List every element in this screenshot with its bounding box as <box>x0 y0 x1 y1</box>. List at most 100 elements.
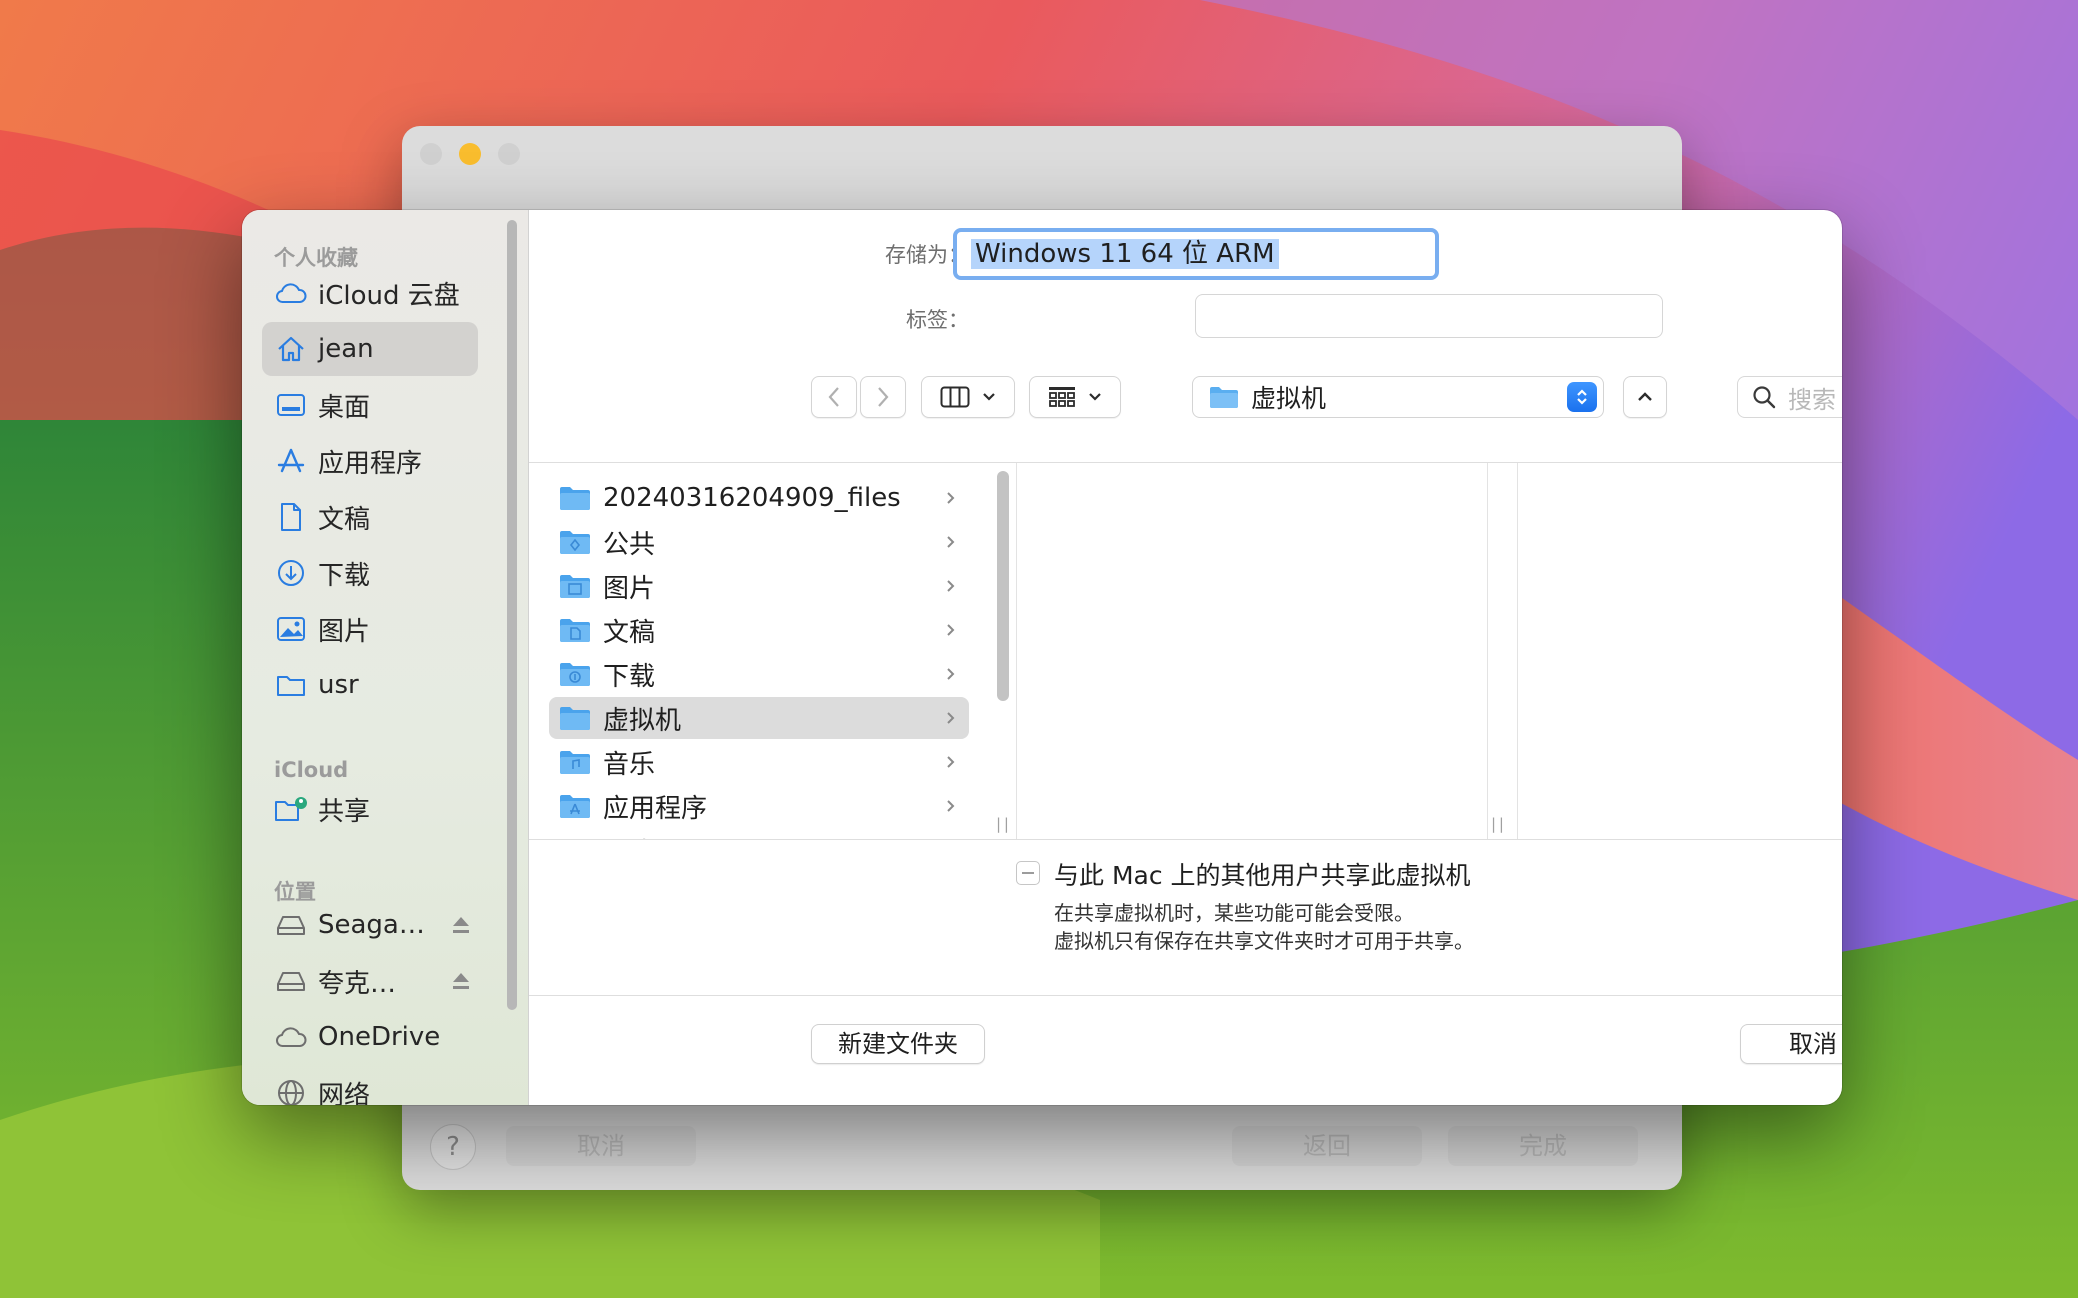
new-folder-button[interactable]: 新建文件夹 <box>811 1024 985 1064</box>
search-field[interactable]: 搜索 <box>1737 376 1842 418</box>
minimize-button[interactable] <box>459 143 481 165</box>
sidebar-item-shared[interactable]: 共享 <box>262 782 478 836</box>
desktop-icon <box>274 388 308 422</box>
list-item-selected[interactable]: 虚拟机 <box>549 697 969 739</box>
save-as-label: 存储为： <box>885 243 969 267</box>
eject-icon[interactable] <box>450 969 472 999</box>
list-item[interactable]: 下载 <box>549 653 969 695</box>
icloud-icon <box>274 276 308 310</box>
applications-folder-icon <box>560 795 590 818</box>
sidebar-item-label: jean <box>318 334 374 364</box>
column-resize-handle[interactable]: | | <box>996 815 1009 833</box>
sidebar-item-quark[interactable]: 夸克… <box>262 954 478 1008</box>
tags-label: 标签： <box>906 308 969 332</box>
chevron-right-icon <box>947 712 955 724</box>
sidebar-item-label: OneDrive <box>318 1022 441 1052</box>
item-name: 图片 <box>603 573 656 604</box>
save-as-field[interactable]: Windows 11 64 位 ARM <box>953 228 1439 280</box>
close-button[interactable] <box>420 143 442 165</box>
sidebar-item-label: 文稿 <box>318 504 371 535</box>
download-icon <box>274 556 308 590</box>
share-options: 与此 Mac 上的其他用户共享此虚拟机 在共享虚拟机时，某些功能可能会受限。 虚… <box>529 839 1842 996</box>
sidebar-item-network[interactable]: 网络 <box>262 1066 478 1105</box>
sidebar-item-label: 共享 <box>318 796 371 827</box>
sidebar-item-onedrive[interactable]: OneDrive <box>262 1010 478 1064</box>
group-button[interactable] <box>1029 376 1121 418</box>
sidebar-item-seagate[interactable]: Seaga… <box>262 898 478 952</box>
chevron-right-icon <box>947 580 955 592</box>
search-icon <box>1753 386 1776 409</box>
chevron-right-icon <box>947 756 955 768</box>
column-divider <box>1517 463 1518 839</box>
sidebar-item-icloud-drive[interactable]: iCloud 云盘 <box>262 266 478 320</box>
home-icon <box>274 332 308 366</box>
share-checkbox[interactable] <box>1016 861 1040 885</box>
chevron-right-icon <box>947 536 955 548</box>
list-item[interactable]: 文稿 <box>549 609 969 651</box>
sidebar-item-label: iCloud 云盘 <box>318 280 460 311</box>
back-button[interactable] <box>811 376 857 418</box>
chevron-right-icon <box>878 387 889 407</box>
cancel-button[interactable]: 取消 <box>1740 1024 1842 1064</box>
bg-back-button[interactable]: 返回 <box>1232 1126 1422 1166</box>
chevron-right-icon <box>947 624 955 636</box>
location-popup[interactable]: 虚拟机 <box>1192 376 1604 418</box>
downloads-folder-icon <box>560 663 590 686</box>
list-item[interactable]: 影片 <box>549 829 969 840</box>
sidebar-item-documents[interactable]: 文稿 <box>262 490 478 544</box>
bg-cancel-button[interactable]: 取消 <box>506 1126 696 1166</box>
sidebar: 个人收藏 iCloud 云盘 jean 桌面 应用程序 文稿 下载 图片 usr… <box>242 210 529 1105</box>
photo-icon <box>274 612 308 646</box>
list-item[interactable]: 20240316204909_files <box>549 477 969 519</box>
sidebar-item-applications[interactable]: 应用程序 <box>262 434 478 488</box>
bg-done-button[interactable]: 完成 <box>1448 1126 1638 1166</box>
share-label[interactable]: 与此 Mac 上的其他用户共享此虚拟机 <box>1054 856 1471 892</box>
sidebar-item-label: 下载 <box>318 560 371 591</box>
sidebar-item-label: 桌面 <box>318 392 371 423</box>
tags-field[interactable] <box>1195 294 1663 338</box>
list-item[interactable]: 应用程序 <box>549 785 969 827</box>
item-name: 下载 <box>603 661 656 692</box>
folder-icon <box>560 707 590 730</box>
sidebar-item-pictures[interactable]: 图片 <box>262 602 478 656</box>
column-divider[interactable] <box>1016 463 1017 839</box>
list-item[interactable]: 图片 <box>549 565 969 607</box>
shared-folder-icon <box>274 792 308 826</box>
list-item[interactable]: 音乐 <box>549 741 969 783</box>
item-name: 虚拟机 <box>603 705 682 736</box>
browser-scrollbar[interactable] <box>997 471 1009 701</box>
browser-column-1: 20240316204909_files 公共 图片 文稿 下载 虚拟机 音乐 … <box>529 463 992 839</box>
sidebar-item-jean[interactable]: jean <box>262 322 478 376</box>
sidebar-item-usr[interactable]: usr <box>262 658 478 712</box>
chevron-down-icon <box>983 393 995 401</box>
sidebar-item-label: 应用程序 <box>318 448 423 479</box>
help-button[interactable]: ? <box>430 1124 476 1170</box>
pictures-folder-icon <box>560 575 590 598</box>
sidebar-scrollbar[interactable] <box>507 220 517 1010</box>
icloud-header: iCloud <box>274 758 349 782</box>
collapse-button[interactable] <box>1623 376 1667 418</box>
forward-button[interactable] <box>860 376 906 418</box>
view-mode-button[interactable] <box>921 376 1015 418</box>
column-resize-handle[interactable]: | | <box>1491 815 1504 833</box>
drive-icon <box>274 908 308 942</box>
share-note-2: 虚拟机只有保存在共享文件夹时才可用于共享。 <box>1054 929 1474 953</box>
save-dialog: 个人收藏 iCloud 云盘 jean 桌面 应用程序 文稿 下载 图片 usr… <box>242 210 1842 1105</box>
column-divider[interactable] <box>1487 463 1488 839</box>
updown-arrows-icon <box>1567 382 1597 412</box>
sidebar-item-downloads[interactable]: 下载 <box>262 546 478 600</box>
item-name: 20240316204909_files <box>603 483 901 513</box>
file-browser: 20240316204909_files 公共 图片 文稿 下载 虚拟机 音乐 … <box>529 462 1842 840</box>
item-name: 文稿 <box>603 617 656 648</box>
background-footer: ? 取消 返回 完成 <box>402 1104 1682 1190</box>
zoom-button[interactable] <box>498 143 520 165</box>
chevron-right-icon <box>947 668 955 680</box>
sidebar-item-desktop[interactable]: 桌面 <box>262 378 478 432</box>
chevron-left-icon <box>828 387 839 407</box>
list-item[interactable]: 公共 <box>549 521 969 563</box>
documents-folder-icon <box>560 619 590 642</box>
sidebar-item-label: 网络 <box>318 1080 371 1106</box>
eject-icon[interactable] <box>450 913 472 943</box>
chevron-down-icon <box>1089 393 1101 401</box>
item-name: 公共 <box>603 529 656 560</box>
